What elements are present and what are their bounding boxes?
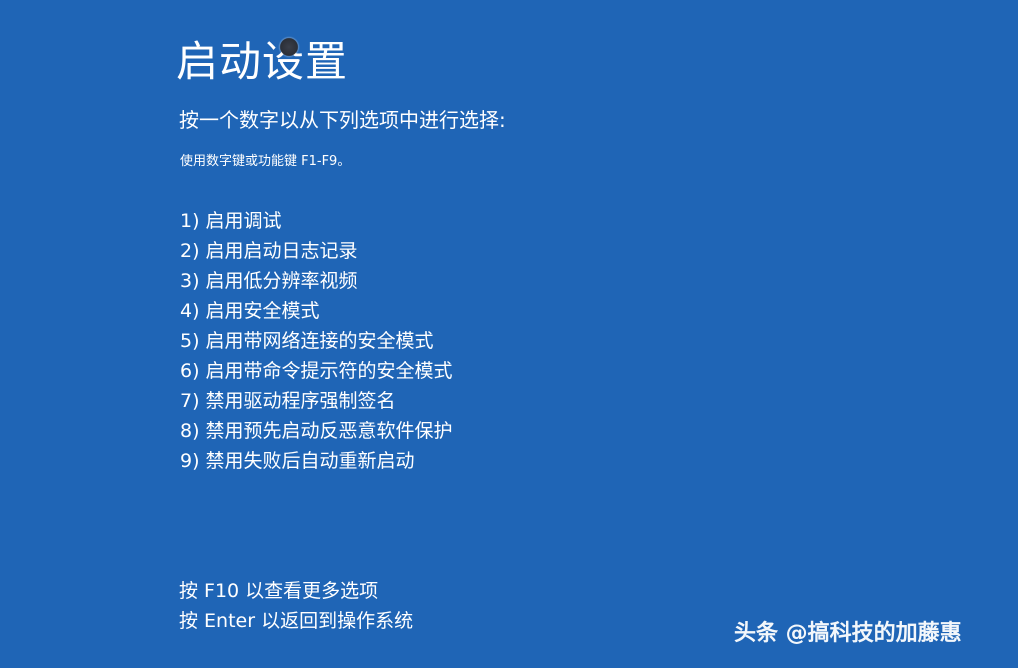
option-enable-safe-mode-networking[interactable]: 5) 启用带网络连接的安全模式	[180, 326, 453, 356]
option-enable-low-resolution-video[interactable]: 3) 启用低分辨率视频	[180, 266, 453, 296]
footer-instructions: 按 F10 以查看更多选项 按 Enter 以返回到操作系统	[179, 576, 413, 636]
option-enable-safe-mode-command-prompt[interactable]: 6) 启用带命令提示符的安全模式	[180, 356, 453, 386]
more-options-hint[interactable]: 按 F10 以查看更多选项	[179, 576, 413, 606]
option-disable-early-launch-antimalware[interactable]: 8) 禁用预先启动反恶意软件保护	[180, 416, 453, 446]
watermark: 头条 @搞科技的加藤惠	[734, 621, 962, 646]
option-enable-boot-logging[interactable]: 2) 启用启动日志记录	[180, 236, 453, 266]
option-enable-safe-mode[interactable]: 4) 启用安全模式	[180, 296, 453, 326]
option-disable-auto-restart[interactable]: 9) 禁用失败后自动重新启动	[180, 446, 453, 476]
page-title: 启动设置	[176, 37, 349, 86]
return-to-os-hint[interactable]: 按 Enter 以返回到操作系统	[179, 606, 413, 636]
startup-options-list: 1) 启用调试 2) 启用启动日志记录 3) 启用低分辨率视频 4) 启用安全模…	[180, 206, 453, 476]
option-enable-debugging[interactable]: 1) 启用调试	[180, 206, 453, 236]
hint-text: 使用数字键或功能键 F1-F9。	[180, 154, 351, 169]
mouse-cursor-icon	[278, 36, 300, 58]
instruction-text: 按一个数字以从下列选项中进行选择:	[179, 108, 506, 132]
startup-settings-screen: 启动设置 按一个数字以从下列选项中进行选择: 使用数字键或功能键 F1-F9。 …	[0, 0, 1018, 668]
option-disable-driver-signature-enforcement[interactable]: 7) 禁用驱动程序强制签名	[180, 386, 453, 416]
